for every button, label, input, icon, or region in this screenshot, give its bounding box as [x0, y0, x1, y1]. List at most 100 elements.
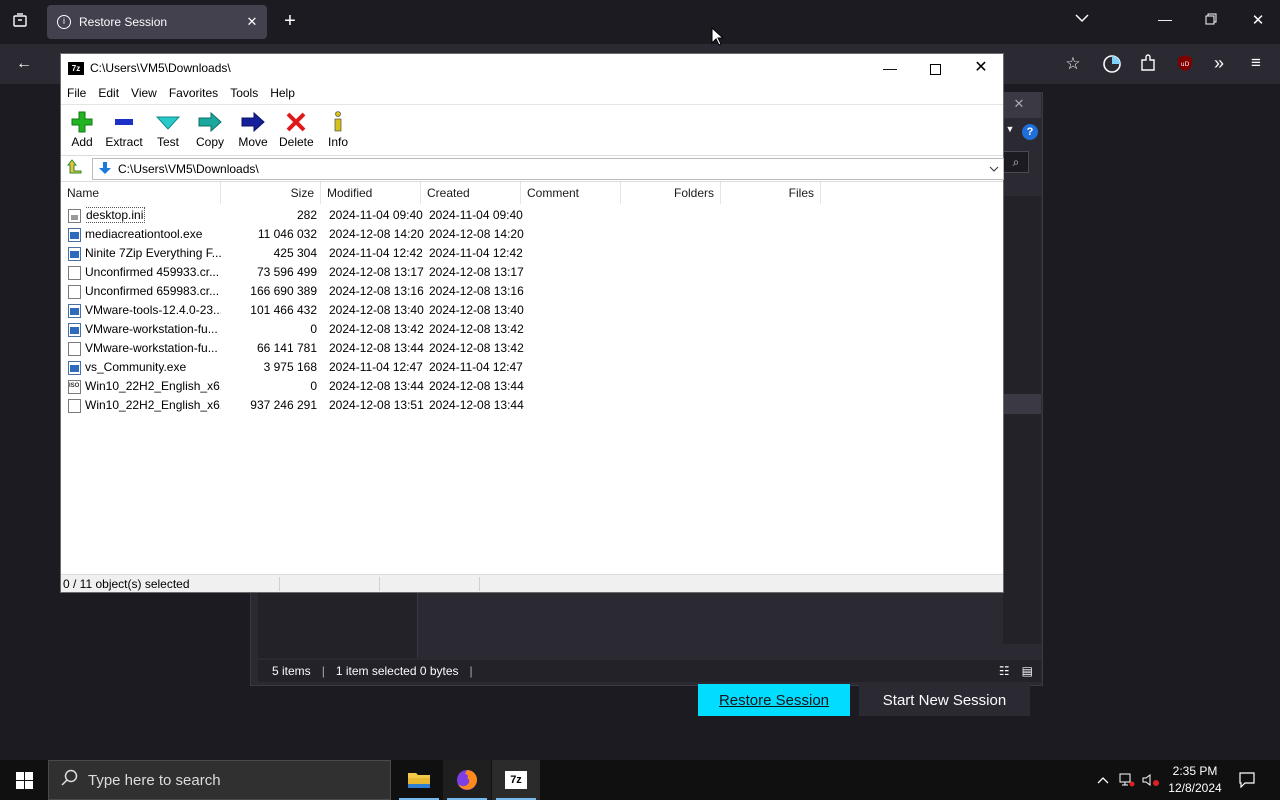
minimize-button[interactable]: —	[867, 54, 913, 82]
volume-muted-icon[interactable]	[1140, 760, 1162, 800]
file-size: 282	[221, 206, 317, 225]
panel-dropdown-icon[interactable]: ▼	[1003, 124, 1017, 134]
taskbar-search[interactable]: Type here to search	[48, 760, 391, 800]
file-name: VMware-workstation-fu...	[85, 320, 221, 339]
file-modified: 2024-12-08 13:17	[329, 263, 424, 282]
help-icon[interactable]: ?	[1022, 124, 1038, 140]
exe-file-icon	[68, 304, 81, 318]
chevron-down-icon[interactable]	[985, 164, 1003, 175]
iso-file-icon	[68, 380, 81, 394]
file-row[interactable]: mediacreationtool.exe 11 046 032 2024-12-0…	[61, 225, 1003, 244]
more-tools-icon[interactable]: »	[1209, 53, 1229, 74]
file-size-text: 166 690 389	[250, 284, 317, 298]
panel-close-icon[interactable]: ✕	[1010, 96, 1028, 112]
col-name[interactable]: Name	[61, 182, 221, 204]
file-row[interactable]: Unconfirmed 659983.cr... 166 690 389 2024-…	[61, 282, 1003, 301]
menu-file[interactable]: File	[67, 86, 86, 100]
file-modified-text: 2024-11-04 12:42	[329, 246, 423, 260]
file-created-text: 2024-11-04 12:47	[429, 360, 523, 374]
info-button[interactable]: Info	[325, 109, 351, 155]
file-row[interactable]: Ninite 7Zip Everything F... 425 304 2024-1…	[61, 244, 1003, 263]
menu-tools[interactable]: Tools	[230, 86, 258, 100]
panel-search-icon[interactable]: ⌕	[1003, 151, 1029, 173]
file-explorer-taskbar-button[interactable]	[395, 760, 443, 800]
file-name-text: Win10_22H2_English_x6...	[85, 379, 221, 393]
firefox-taskbar-button[interactable]	[443, 760, 491, 800]
file-row[interactable]: VMware-tools-12.4.0-23... 101 466 432 2024…	[61, 301, 1003, 320]
file-name-text: desktop.ini	[85, 207, 146, 223]
extract-label: Extract	[105, 135, 143, 149]
minimize-icon[interactable]: —	[1155, 11, 1175, 27]
col-size[interactable]: Size	[221, 182, 321, 204]
file-row[interactable]: vs_Community.exe 3 975 168 2024-11-04 12:4…	[61, 358, 1003, 377]
panel-selected-row[interactable]	[1003, 394, 1041, 414]
maximize-button[interactable]	[912, 54, 958, 82]
close-button[interactable]: ✕	[958, 54, 1004, 82]
status-divider	[279, 577, 280, 591]
file-size-text: 282	[296, 208, 317, 222]
extract-button[interactable]: Extract	[105, 109, 143, 155]
col-comment[interactable]: Comment	[521, 182, 621, 204]
file-row[interactable]: Win10_22H2_English_x6... 937 246 291 2024-…	[61, 396, 1003, 415]
exe-file-icon	[68, 323, 81, 337]
ublock-origin-icon[interactable]: uD	[1175, 54, 1195, 77]
file-size-text: 0	[310, 379, 317, 393]
address-bar: C:\Users\VM5\Downloads\	[61, 156, 1004, 182]
minus-icon	[105, 109, 143, 135]
file-size: 3 975 168	[221, 358, 317, 377]
path-combobox[interactable]: C:\Users\VM5\Downloads\	[92, 158, 1004, 180]
notifications-icon[interactable]	[1235, 760, 1259, 800]
menu-edit[interactable]: Edit	[98, 86, 119, 100]
add-label: Add	[71, 135, 93, 149]
file-created-text: 2024-12-08 14:20	[429, 227, 524, 241]
close-tab-icon[interactable]: ✕	[237, 14, 267, 30]
close-window-icon[interactable]: ✕	[1248, 11, 1268, 29]
menu-favorites[interactable]: Favorites	[169, 86, 218, 100]
details-view-icon[interactable]: ☷	[999, 664, 1010, 678]
file-modified-text: 2024-11-04 12:47	[329, 360, 423, 374]
back-icon[interactable]: ←	[14, 55, 34, 73]
show-hidden-icons-icon[interactable]	[1093, 760, 1113, 800]
col-modified[interactable]: Modified	[321, 182, 421, 204]
folder-up-icon[interactable]	[65, 159, 85, 179]
copy-button[interactable]: Copy	[195, 109, 225, 155]
7zip-taskbar-button[interactable]: 7z	[492, 760, 540, 800]
file-name-text: vs_Community.exe	[85, 360, 187, 374]
delete-button[interactable]: Delete	[279, 109, 314, 155]
menu-icon[interactable]: ≡	[1246, 53, 1266, 73]
file-row[interactable]: VMware-workstation-fu... 0 2024-12-08 13:4…	[61, 320, 1003, 339]
file-created-text: 2024-12-08 13:44	[429, 379, 524, 393]
list-all-tabs-icon[interactable]	[1072, 12, 1092, 26]
add-button[interactable]: Add	[67, 109, 97, 155]
file-row[interactable]: desktop.ini 282 2024-11-04 09:40 2024-11-04…	[61, 206, 1003, 225]
col-created[interactable]: Created	[421, 182, 521, 204]
test-button[interactable]: Test	[155, 109, 181, 155]
bookmark-star-icon[interactable]: ☆	[1063, 54, 1083, 74]
extensions-icon[interactable]	[1138, 54, 1158, 77]
file-size: 425 304	[221, 244, 317, 263]
info-icon: i	[57, 15, 71, 29]
menu-help[interactable]: Help	[270, 86, 295, 100]
restore-navigation-pane	[258, 593, 418, 658]
title-bar[interactable]: 7z C:\Users\VM5\Downloads\ — ✕	[61, 54, 1003, 82]
system-clock[interactable]: 2:35 PM 12/8/2024	[1160, 763, 1230, 797]
file-row[interactable]: VMware-workstation-fu... 66 141 781 2024-1…	[61, 339, 1003, 358]
file-name: VMware-workstation-fu...	[85, 339, 221, 358]
move-button[interactable]: Move	[237, 109, 269, 155]
restore-session-button[interactable]: Restore Session	[698, 684, 850, 716]
tiles-view-icon[interactable]: ▤	[1022, 664, 1033, 678]
start-button[interactable]	[0, 760, 48, 800]
file-row[interactable]: Unconfirmed 459933.cr... 73 596 499 2024-1…	[61, 263, 1003, 282]
col-folders[interactable]: Folders	[621, 182, 721, 204]
network-icon[interactable]	[1116, 760, 1138, 800]
menu-view[interactable]: View	[131, 86, 157, 100]
tab-restore-session[interactable]: i Restore Session ✕	[47, 5, 267, 39]
tab-list-icon[interactable]	[10, 12, 30, 33]
col-files[interactable]: Files	[721, 182, 821, 204]
new-tab-icon[interactable]: +	[280, 11, 300, 31]
file-row[interactable]: Win10_22H2_English_x6... 0 2024-12-08 13:4…	[61, 377, 1003, 396]
firefox-view-icon[interactable]	[1101, 54, 1123, 79]
restore-window-icon[interactable]	[1201, 12, 1221, 30]
panel-list-area	[1003, 196, 1041, 644]
start-new-session-button[interactable]: Start New Session	[859, 684, 1030, 716]
